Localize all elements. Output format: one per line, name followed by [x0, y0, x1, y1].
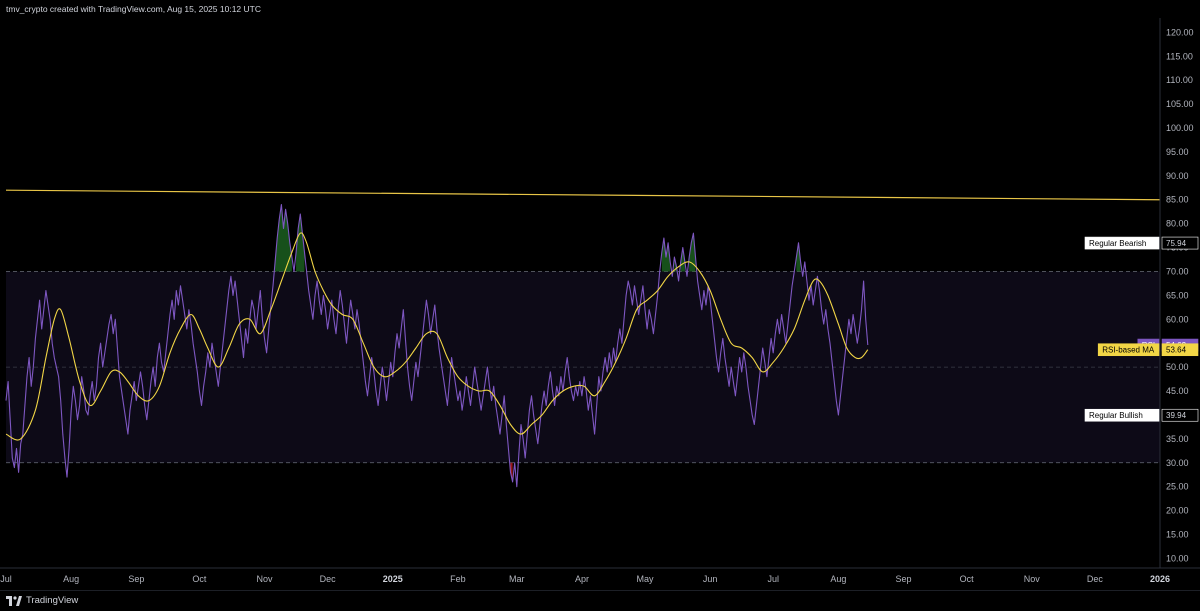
x-tick-label: Nov	[257, 574, 274, 584]
y-tick-label: 60.00	[1166, 314, 1189, 324]
y-tick-label: 70.00	[1166, 266, 1189, 276]
y-tick-label: 10.00	[1166, 553, 1189, 563]
y-tick-label: 120.00	[1166, 27, 1194, 37]
y-tick-label: 25.00	[1166, 482, 1189, 492]
y-tick-label: 115.00	[1166, 51, 1193, 61]
tag-label-text: Regular Bearish	[1089, 239, 1146, 248]
y-tick-label: 15.00	[1166, 530, 1189, 540]
tag-value-text: 39.94	[1166, 411, 1187, 420]
x-tick-label: Oct	[960, 574, 975, 584]
y-tick-label: 80.00	[1166, 219, 1189, 229]
tag-label-text: RSI-based MA	[1102, 346, 1155, 355]
x-tick-label: Jun	[703, 574, 718, 584]
y-tick-label: 35.00	[1166, 434, 1189, 444]
y-tick-label: 65.00	[1166, 290, 1189, 300]
x-tick-label: Sep	[128, 574, 144, 584]
x-tick-label: Dec	[1087, 574, 1104, 584]
rsi-chart[interactable]: 120.00 115.00 110.00 105.00 100.00 95.00 90.00…	[0, 18, 1200, 590]
x-tick-label: Jul	[767, 574, 779, 584]
y-tick-label: 90.00	[1166, 171, 1189, 181]
trendline[interactable]	[5, 189, 1161, 201]
x-tick-label: 2026	[1150, 574, 1170, 584]
x-tick-label: May	[637, 574, 655, 584]
x-tick-label: Sep	[896, 574, 912, 584]
tag-value-text: 75.94	[1166, 239, 1187, 248]
brand-name: TradingView	[26, 595, 79, 606]
x-tick-label: Aug	[830, 574, 846, 584]
y-tick-label: 30.00	[1166, 458, 1189, 468]
y-tick-label: 110.00	[1166, 75, 1193, 85]
x-tick-label: 2025	[383, 574, 403, 584]
y-tick-label: 95.00	[1166, 147, 1189, 157]
y-tick-label: 85.00	[1166, 195, 1189, 205]
tag-value-text: 53.64	[1166, 346, 1187, 355]
tradingview-logo-icon	[6, 595, 22, 606]
y-tick-label: 100.00	[1166, 123, 1194, 133]
y-tick-label: 45.00	[1166, 386, 1189, 396]
y-tick-label: 50.00	[1166, 362, 1189, 372]
chart-frame: tmv_crypto created with TradingView.com,…	[0, 0, 1200, 611]
x-tick-label: Nov	[1024, 574, 1041, 584]
tradingview-brand[interactable]: TradingView	[6, 595, 78, 606]
tag-label-text: Regular Bullish	[1089, 411, 1143, 420]
x-tick-label: Dec	[320, 574, 337, 584]
x-tick-label: Oct	[192, 574, 207, 584]
x-tick-label: Aug	[63, 574, 79, 584]
chart-caption: tmv_crypto created with TradingView.com,…	[6, 4, 261, 14]
y-tick-label: 20.00	[1166, 506, 1189, 516]
footer-bar: TradingView	[0, 590, 1200, 611]
y-tick-label: 105.00	[1166, 99, 1194, 109]
chart-area[interactable]: 120.00 115.00 110.00 105.00 100.00 95.00 90.00…	[0, 18, 1200, 590]
x-tick-label: Jul	[0, 574, 12, 584]
x-tick-label: Mar	[509, 574, 525, 584]
x-tick-label: Apr	[575, 574, 589, 584]
x-tick-label: Feb	[450, 574, 466, 584]
